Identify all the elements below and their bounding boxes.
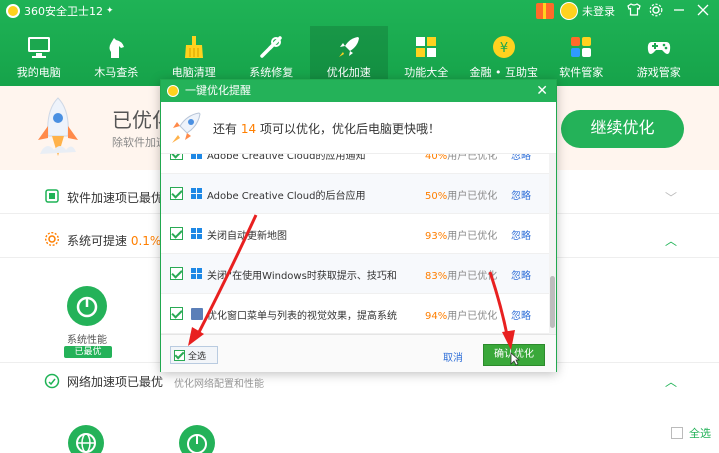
mouse-cursor-icon	[510, 352, 520, 366]
arrow-to-select-all	[188, 214, 258, 346]
arrow-to-confirm	[488, 271, 515, 350]
annotation-arrows	[188, 214, 515, 350]
